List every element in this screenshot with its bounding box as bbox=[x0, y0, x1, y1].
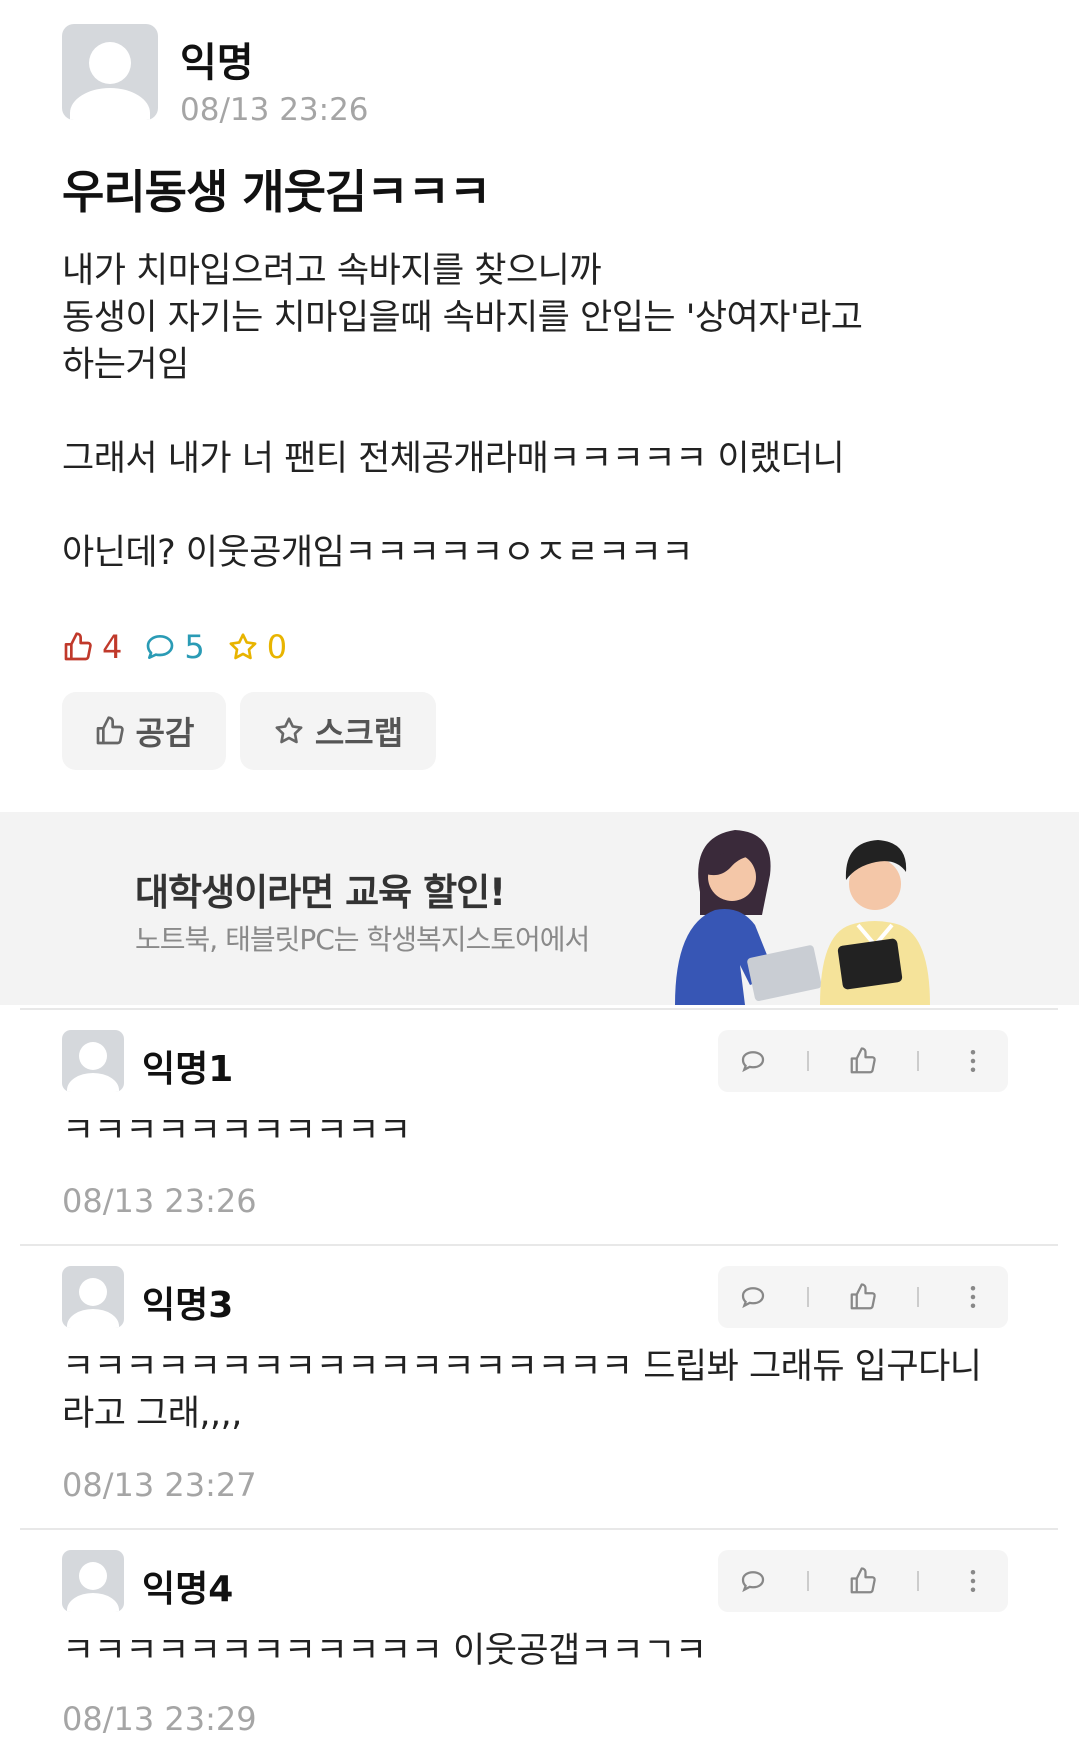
reply-icon[interactable] bbox=[738, 1282, 768, 1312]
students-illustration bbox=[675, 830, 930, 1005]
more-options-icon[interactable] bbox=[958, 1566, 988, 1596]
comment-time: 08/13 23:26 bbox=[62, 1182, 257, 1220]
ad-banner[interactable]: 대학생이라면 교육 할인! 노트북, 태블릿PC는 학생복지스토어에서 bbox=[0, 812, 1079, 1005]
post-title: 우리동생 개웃김ㅋㅋㅋ bbox=[62, 165, 491, 219]
comment-avatar bbox=[62, 1550, 124, 1612]
post-time: 08/13 23:26 bbox=[180, 92, 369, 128]
comment-author: 익명4 bbox=[142, 1569, 234, 1610]
comment-count: 5 bbox=[144, 628, 205, 666]
comment-item: 익명1 ㅋㅋㅋㅋㅋㅋㅋㅋㅋㅋㅋ 08/13 23:26 bbox=[20, 1008, 1058, 1246]
comment-time: 08/13 23:27 bbox=[62, 1466, 257, 1504]
like-count-value: 4 bbox=[102, 628, 123, 666]
ad-title: 대학생이라면 교육 할인! bbox=[135, 871, 506, 914]
thumbs-up-icon[interactable] bbox=[848, 1282, 878, 1312]
like-count: 4 bbox=[62, 628, 122, 666]
thumbs-up-icon[interactable] bbox=[848, 1566, 878, 1596]
comment-author: 익명3 bbox=[142, 1285, 234, 1326]
more-options-icon[interactable] bbox=[958, 1282, 988, 1312]
author-avatar bbox=[62, 24, 158, 120]
ad-subtitle: 노트북, 태블릿PC는 학생복지스토어에서 bbox=[135, 923, 590, 956]
comment-actions bbox=[718, 1266, 1008, 1328]
post-body: 내가 치마입으려고 속바지를 찾으니까 동생이 자기는 치마입을때 속바지를 안… bbox=[62, 251, 863, 573]
comment-actions bbox=[718, 1030, 1008, 1092]
speech-bubble-icon bbox=[147, 635, 174, 659]
comment-avatar bbox=[62, 1266, 124, 1328]
comment-avatar bbox=[62, 1030, 124, 1092]
comment-author: 익명1 bbox=[142, 1049, 234, 1090]
more-options-icon[interactable] bbox=[958, 1046, 988, 1076]
post-stats: 4 5 0 bbox=[62, 628, 287, 666]
comment-item: 익명4 ㅋㅋㅋㅋㅋㅋㅋㅋㅋㅋㅋㅋ 이웃공갭ㅋㅋㄱㅋ 08/13 23:29 bbox=[20, 1528, 1058, 1755]
like-button[interactable]: 공감 bbox=[62, 692, 226, 770]
scrap-button[interactable]: 스크랩 bbox=[240, 692, 436, 770]
reply-icon[interactable] bbox=[738, 1046, 768, 1076]
scrap-count: 0 bbox=[227, 628, 287, 666]
thumbs-up-icon[interactable] bbox=[848, 1046, 878, 1076]
scrap-button-label: 스크랩 bbox=[314, 714, 404, 752]
thumbs-up-icon bbox=[96, 716, 124, 745]
scrap-count-value: 0 bbox=[266, 628, 288, 666]
comment-item: 익명3 ㅋㅋㅋㅋㅋㅋㅋㅋㅋㅋㅋㅋㅋㅋㅋㅋㅋㅋ 드립봐 그래듀 입구다니라고 그래… bbox=[20, 1244, 1058, 1530]
comment-text: ㅋㅋㅋㅋㅋㅋㅋㅋㅋㅋㅋㅋ 이웃공갭ㅋㅋㄱㅋ bbox=[62, 1631, 707, 1671]
thumbs-up-icon bbox=[64, 632, 92, 661]
comment-time: 08/13 23:29 bbox=[62, 1700, 257, 1738]
star-icon bbox=[275, 717, 303, 744]
comment-text: ㅋㅋㅋㅋㅋㅋㅋㅋㅋㅋㅋ bbox=[62, 1111, 411, 1151]
comment-text: ㅋㅋㅋㅋㅋㅋㅋㅋㅋㅋㅋㅋㅋㅋㅋㅋㅋㅋ 드립봐 그래듀 입구다니라고 그래,,,, bbox=[62, 1347, 982, 1434]
star-icon bbox=[229, 633, 257, 660]
post-author: 익명 bbox=[180, 40, 254, 86]
comment-actions bbox=[718, 1550, 1008, 1612]
reply-icon[interactable] bbox=[738, 1566, 768, 1596]
comment-count-value: 5 bbox=[184, 628, 205, 666]
like-button-label: 공감 bbox=[135, 714, 195, 752]
